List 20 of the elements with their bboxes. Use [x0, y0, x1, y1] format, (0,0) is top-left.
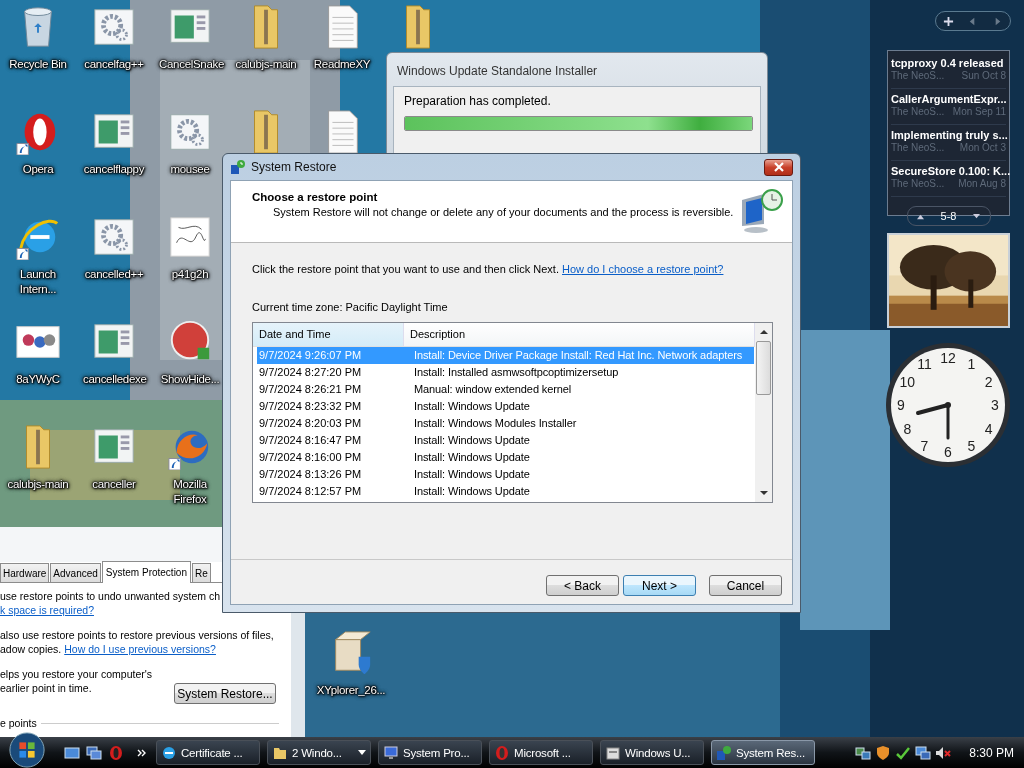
taskbar-button[interactable]: System Res... [711, 740, 815, 765]
switch-windows-icon[interactable] [86, 744, 102, 761]
monitor-icon [383, 744, 399, 761]
show-desktop-icon[interactable] [64, 744, 80, 761]
taskbar-button[interactable]: Microsoft ... [489, 740, 593, 765]
taskbar-button[interactable]: Windows U... [600, 740, 704, 765]
ring-icon[interactable] [108, 744, 124, 761]
package-icon [605, 744, 621, 761]
caret-icon [358, 749, 366, 756]
shield-icon[interactable] [875, 744, 892, 761]
ring-icon [494, 744, 510, 761]
clock-text[interactable]: 8:30 PM [969, 745, 1014, 760]
taskbar-button[interactable]: Certificate ... [156, 740, 260, 765]
restore-icon [716, 744, 732, 761]
taskbar-button[interactable]: 2 Windo... [267, 740, 371, 765]
monitor-icon[interactable] [915, 744, 932, 761]
browser-icon [161, 744, 177, 761]
network-icon[interactable] [855, 744, 872, 761]
taskbar-button[interactable]: System Pro... [378, 740, 482, 765]
start-button[interactable] [8, 730, 46, 768]
